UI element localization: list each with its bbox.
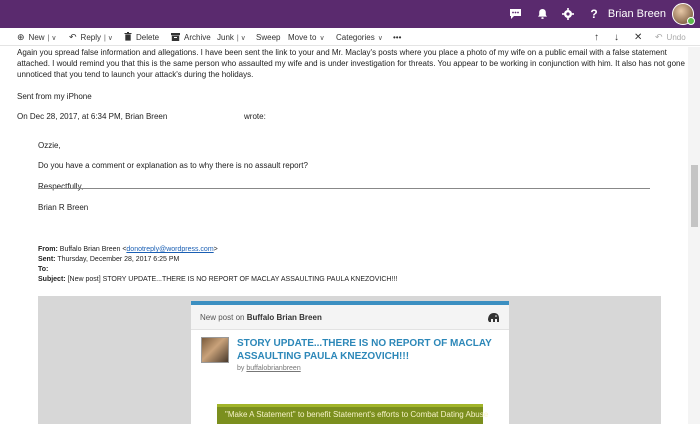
- forward-to: To:: [38, 266, 49, 273]
- skype-icon[interactable]: [502, 0, 528, 28]
- close-icon[interactable]: ✕: [634, 31, 642, 44]
- chevron-down-icon[interactable]: | ∨: [104, 34, 113, 42]
- archive-box-icon: [171, 32, 180, 43]
- message-line: Again you spread false information and a…: [17, 48, 667, 57]
- next-message-icon[interactable]: ↓: [614, 31, 619, 44]
- sweep-button[interactable]: Sweep: [256, 31, 280, 44]
- promo-banner[interactable]: "Make A Statement" to benefit Statement'…: [217, 404, 488, 424]
- top-app-bar: ? Brian Breen: [0, 0, 700, 28]
- forward-subject: Subject: [New post] STORY UPDATE...THERE…: [38, 276, 398, 283]
- chevron-down-icon: ∨: [319, 34, 325, 42]
- undo-button[interactable]: ↶ Undo: [655, 31, 686, 44]
- blog-name-link[interactable]: Buffalo Brian Breen: [247, 313, 322, 322]
- embedded-newsletter: New post on Buffalo Brian Breen STORY UP…: [38, 296, 661, 424]
- help-icon[interactable]: ?: [581, 0, 607, 28]
- presence-status-icon: [687, 17, 695, 25]
- quote-intro: On Dec 28, 2017, at 6:34 PM, Brian Breen: [17, 112, 168, 121]
- forward-from: From: Buffalo Brian Breen <donotreply@wo…: [38, 246, 218, 253]
- quoted-body: Do you have a comment or explanation as …: [38, 161, 308, 170]
- quote-wrote: wrote:: [244, 112, 266, 121]
- more-actions-button[interactable]: •••: [393, 31, 401, 44]
- move-to-button[interactable]: Move to ∨: [288, 31, 325, 44]
- card-header: New post on Buffalo Brian Breen: [191, 305, 509, 330]
- quoted-closing: Respectfully,: [38, 182, 84, 191]
- plus-circle-icon: ⊕: [17, 32, 25, 42]
- delete-button[interactable]: Delete: [124, 31, 159, 44]
- post-byline: by buffalobrianbreen: [237, 365, 301, 372]
- undo-icon: ↶: [655, 32, 663, 42]
- post-card: New post on Buffalo Brian Breen STORY UP…: [191, 301, 509, 424]
- new-button[interactable]: ⊕ New | ∨: [17, 31, 56, 44]
- reply-arrow-icon: ↶: [69, 32, 77, 42]
- signature: Sent from my iPhone: [17, 92, 92, 101]
- reply-button[interactable]: ↶ Reply | ∨: [69, 31, 113, 44]
- post-title-link[interactable]: STORY UPDATE...THERE IS NO REPORT OF MAC…: [237, 337, 497, 363]
- user-name[interactable]: Brian Breen: [608, 8, 666, 20]
- elephant-logo-icon: [488, 313, 499, 322]
- avatar[interactable]: [672, 3, 695, 25]
- junk-button[interactable]: Junk | ∨: [217, 31, 246, 44]
- command-bar: ⊕ New | ∨ ↶ Reply | ∨ Delete Archive Jun…: [0, 28, 700, 46]
- author-link[interactable]: buffalobrianbreen: [246, 365, 300, 372]
- chevron-down-icon[interactable]: | ∨: [237, 34, 246, 42]
- author-avatar[interactable]: [201, 337, 229, 363]
- scrollbar-thumb[interactable]: [691, 165, 698, 227]
- message-line: unnoticed that you tend to launch your a…: [17, 70, 254, 79]
- message-line: attached. I would remind you that this i…: [17, 59, 685, 68]
- forward-sent: Sent: Thursday, December 28, 2017 6:25 P…: [38, 256, 180, 263]
- gear-icon[interactable]: [555, 0, 581, 28]
- categories-button[interactable]: Categories ∨: [336, 31, 383, 44]
- previous-message-icon[interactable]: ↑: [594, 31, 599, 44]
- trash-icon: [124, 32, 132, 43]
- scrollbar[interactable]: [688, 47, 700, 424]
- sender-email-link[interactable]: donotreply@wordpress.com: [126, 246, 213, 253]
- quoted-greeting: Ozzie,: [38, 141, 61, 150]
- new-post-label: New post on Buffalo Brian Breen: [200, 313, 322, 322]
- divider: [38, 188, 650, 189]
- archive-button[interactable]: Archive: [171, 31, 211, 44]
- chevron-down-icon[interactable]: | ∨: [48, 34, 57, 42]
- chevron-down-icon: ∨: [377, 34, 383, 42]
- quoted-name: Brian R Breen: [38, 203, 89, 212]
- bell-icon[interactable]: [529, 0, 555, 28]
